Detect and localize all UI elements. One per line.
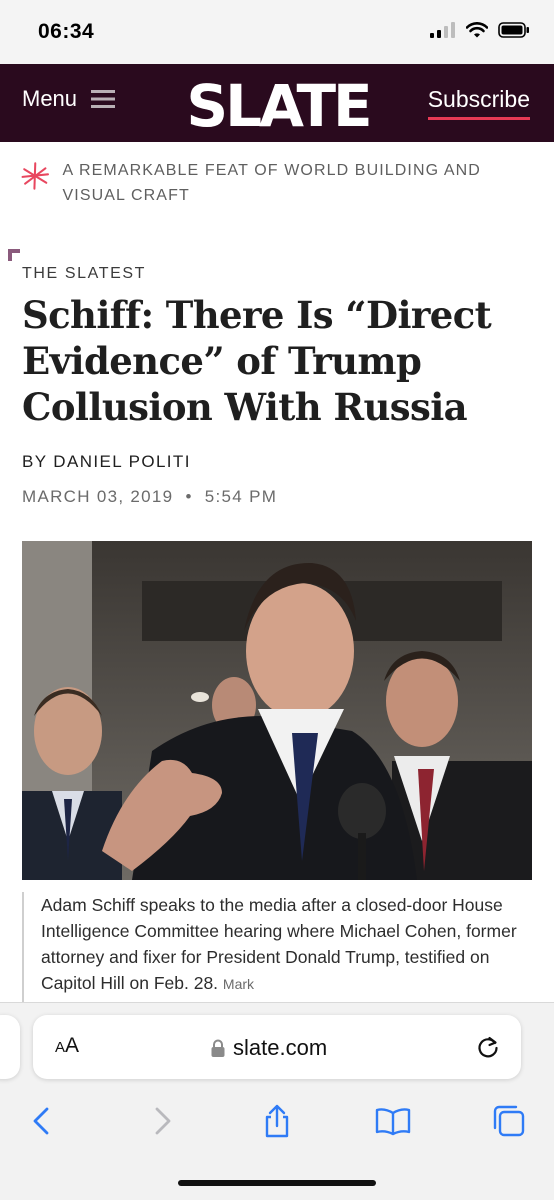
slate-logo[interactable]: SLATE (184, 74, 372, 136)
article-headline: Schiff: There Is “Direct Evidence” of Tr… (22, 293, 492, 429)
promo-banner[interactable]: A Remarkable Feat of World Building and … (20, 158, 530, 208)
photo-credit: Mark (222, 976, 255, 992)
reload-icon[interactable] (475, 1034, 501, 1060)
site-header: Menu SLATE Subscribe (0, 64, 554, 142)
hamburger-icon (91, 90, 116, 108)
status-icons (430, 22, 530, 38)
subscribe-link[interactable]: Subscribe (427, 86, 530, 120)
forward-icon[interactable] (144, 1103, 180, 1139)
menu-button[interactable]: Menu (22, 86, 116, 112)
battery-icon (498, 22, 529, 38)
section-corner-mark (8, 249, 20, 261)
date-separator: • (185, 487, 193, 506)
section-kicker[interactable]: THE SLATEST (22, 265, 146, 283)
share-icon[interactable] (259, 1103, 295, 1139)
slate-burst-icon (21, 162, 50, 190)
status-bar: 06:34 (0, 0, 554, 64)
tabs-icon[interactable] (491, 1103, 527, 1139)
wifi-icon (466, 22, 488, 38)
photo-caption: Adam Schiff speaks to the media after a … (22, 892, 532, 1002)
dateline: MARCH 03, 2019 • 5:54 PM (22, 487, 277, 507)
lock-icon (211, 1039, 225, 1057)
cellular-signal-icon (430, 22, 455, 38)
status-time: 06:34 (38, 20, 95, 43)
home-indicator[interactable] (178, 1180, 376, 1186)
text-size-small-a: A (55, 1039, 66, 1056)
text-size-large-a: A (65, 1034, 80, 1057)
logo-text: SLATE (186, 74, 369, 136)
promo-text: A Remarkable Feat of World Building and … (62, 162, 481, 204)
menu-label: Menu (22, 86, 78, 111)
bookmarks-icon[interactable] (375, 1103, 411, 1139)
browser-toolbar (0, 1097, 554, 1147)
url-text: slate.com (233, 1035, 328, 1060)
browser-chrome: AA slate.com (0, 1002, 554, 1200)
lead-photo (22, 541, 532, 880)
url-display[interactable]: slate.com (211, 1035, 327, 1061)
previous-tab-preview[interactable] (0, 1015, 20, 1079)
caption-text: Adam Schiff speaks to the media after a … (41, 895, 517, 993)
photo-illustration (22, 541, 532, 880)
publish-date: MARCH 03, 2019 (22, 487, 174, 506)
address-bar[interactable]: AA slate.com (33, 1015, 521, 1079)
text-size-button[interactable]: AA (55, 1034, 79, 1058)
back-icon[interactable] (24, 1103, 60, 1139)
publish-time: 5:54 PM (204, 487, 278, 506)
byline[interactable]: BY DANIEL POLITI (22, 452, 191, 472)
